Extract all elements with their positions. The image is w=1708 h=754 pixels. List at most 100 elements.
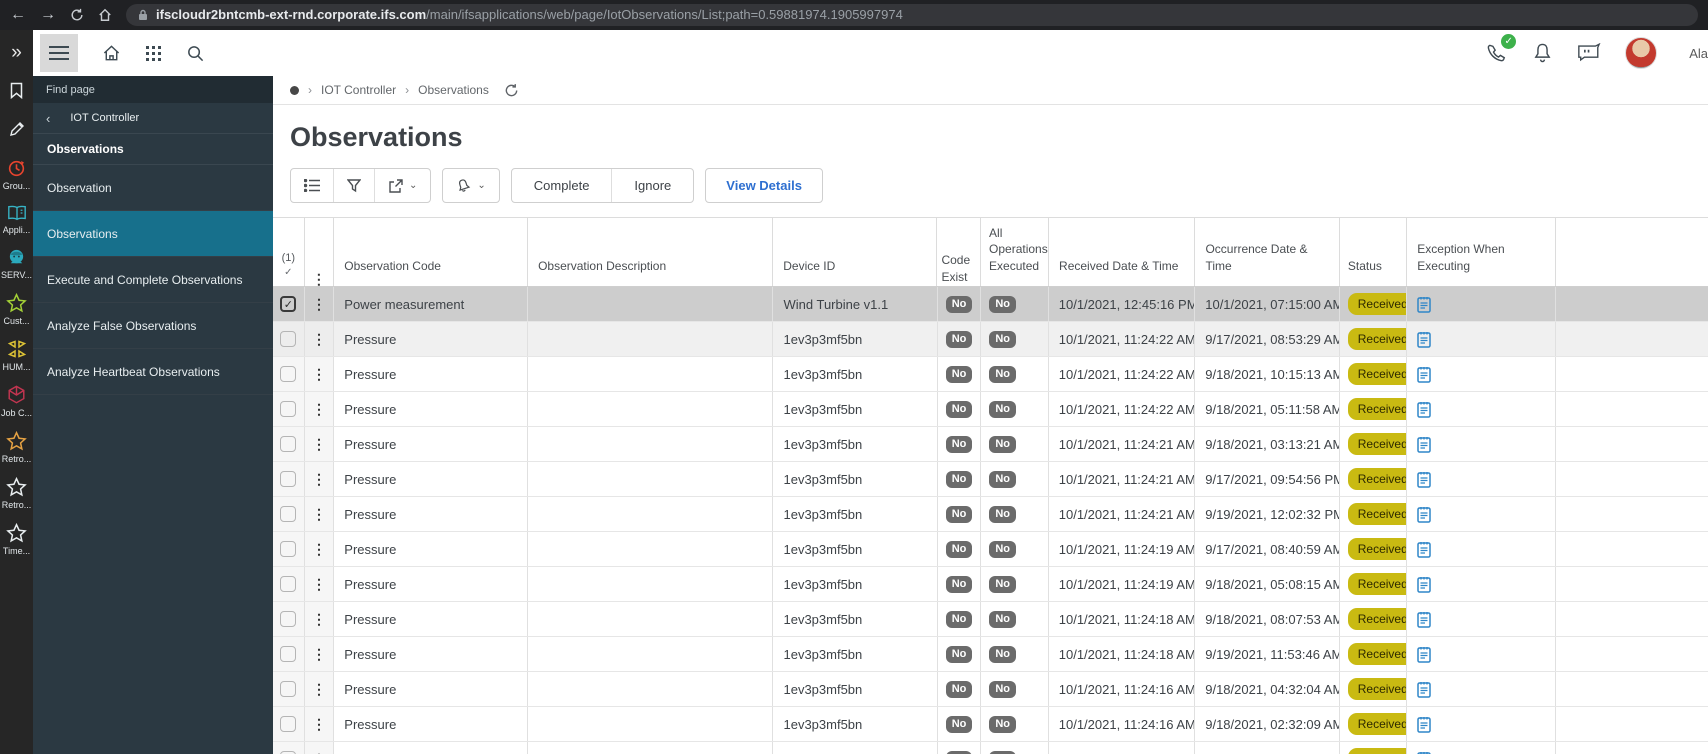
sidebar-item-analyze-heartbeat-observations[interactable]: Analyze Heartbeat Observations — [33, 349, 273, 395]
bookmark-icon[interactable] — [9, 82, 24, 99]
exception-note-icon[interactable] — [1417, 576, 1431, 593]
menu-icon[interactable] — [40, 34, 78, 72]
kebab-icon[interactable]: ⋮ — [312, 577, 326, 591]
table-row[interactable]: ⋮ Pressure 1ev3p3mf5bn No No 10/1/2021, 11:24… — [273, 427, 1708, 462]
row-checkbox[interactable] — [280, 611, 297, 627]
sidebar-item-observation[interactable]: Observation — [33, 165, 273, 211]
rail-item-retro-1[interactable]: Retro... — [0, 431, 33, 464]
row-checkbox[interactable] — [280, 471, 297, 487]
exception-note-icon[interactable] — [1417, 506, 1431, 523]
exception-note-icon[interactable] — [1417, 296, 1431, 313]
rail-item-application[interactable]: Appli... — [0, 204, 33, 235]
complete-button[interactable]: Complete — [512, 169, 612, 202]
table-row[interactable]: ⋮ Pressure 1ev3p3mf5bn No No 10/1/2021, 11:24… — [273, 672, 1708, 707]
sidebar-item-analyze-false-observations[interactable]: Analyze False Observations — [33, 303, 273, 349]
row-checkbox[interactable] — [280, 576, 297, 592]
rail-item-retro-2[interactable]: Retro... — [0, 477, 33, 510]
row-checkbox[interactable] — [280, 401, 297, 417]
kebab-icon[interactable]: ⋮ — [312, 612, 326, 626]
phone-support-icon[interactable]: ✓ — [1485, 33, 1517, 65]
row-checkbox[interactable] — [280, 681, 297, 697]
table-row[interactable]: ⋮Pressure 1ev3p3mf5bn No No Received — [273, 742, 1708, 754]
row-checkbox[interactable]: ✓ — [280, 296, 297, 312]
exception-note-icon[interactable] — [1417, 436, 1431, 453]
exception-note-icon[interactable] — [1417, 681, 1431, 698]
sidebar-back-group[interactable]: ‹ IOT Controller — [33, 103, 273, 134]
kebab-icon[interactable]: ⋮ — [312, 647, 326, 661]
rail-item-human-resources[interactable]: HUM... — [0, 339, 33, 372]
table-row[interactable]: ✓ ⋮ Power measurement Wind Turbine v1.1 No No… — [273, 287, 1708, 322]
exception-note-icon[interactable] — [1417, 611, 1431, 628]
exception-note-icon[interactable] — [1417, 646, 1431, 663]
kebab-icon[interactable]: ⋮ — [312, 507, 326, 521]
row-checkbox[interactable] — [280, 506, 297, 522]
rail-item-time[interactable]: Time... — [0, 523, 33, 556]
browser-reload-icon[interactable] — [70, 8, 84, 22]
exception-note-icon[interactable] — [1417, 751, 1431, 754]
kebab-icon[interactable]: ⋮ — [312, 297, 326, 311]
sidebar-item-execute-complete-observations[interactable]: Execute and Complete Observations — [33, 257, 273, 303]
home-icon[interactable] — [102, 44, 121, 63]
table-row[interactable]: ⋮ Pressure 1ev3p3mf5bn No No 10/1/2021, 11:24… — [273, 357, 1708, 392]
kebab-icon[interactable]: ⋮ — [312, 717, 326, 731]
sidebar-item-observations[interactable]: Observations — [33, 211, 273, 257]
search-icon[interactable] — [186, 44, 205, 63]
table-row[interactable]: ⋮ Pressure 1ev3p3mf5bn No No 10/1/2021, 11:24… — [273, 392, 1708, 427]
rail-item-customer[interactable]: Cust... — [0, 293, 33, 326]
browser-back-icon[interactable]: ← — [10, 7, 26, 23]
share-export-icon[interactable]: ⌄ — [374, 169, 430, 202]
row-checkbox[interactable] — [280, 541, 297, 557]
row-checkbox[interactable] — [280, 366, 297, 382]
pencil-icon[interactable] — [9, 121, 25, 137]
find-page-input[interactable]: Find page — [33, 76, 273, 103]
kebab-icon[interactable]: ⋮ — [312, 472, 326, 486]
exception-note-icon[interactable] — [1417, 366, 1431, 383]
kebab-icon[interactable]: ⋮ — [312, 332, 326, 346]
browser-forward-icon[interactable]: → — [40, 7, 56, 23]
table-row[interactable]: ⋮ Pressure 1ev3p3mf5bn No No 10/1/2021, 11:24… — [273, 637, 1708, 672]
subscribe-icon[interactable]: ⌄ — [443, 169, 498, 202]
rail-expand-icon[interactable]: » — [11, 42, 22, 64]
browser-home-icon[interactable] — [98, 8, 112, 22]
notifications-bell-icon[interactable] — [1532, 42, 1553, 64]
row-checkbox[interactable] — [280, 646, 297, 662]
rail-item-service[interactable]: SERV... — [0, 248, 33, 280]
column-header-all-operations-executed[interactable]: All Operations Executed — [981, 218, 1050, 286]
table-row[interactable]: ⋮ Pressure 1ev3p3mf5bn No No 10/1/2021, 11:24… — [273, 602, 1708, 637]
column-header-observation-description[interactable]: Observation Description — [528, 218, 774, 286]
table-row[interactable]: ⋮ Pressure 1ev3p3mf5bn No No 10/1/2021, 11:24… — [273, 532, 1708, 567]
table-row[interactable]: ⋮ Pressure 1ev3p3mf5bn No No 10/1/2021, 11:24… — [273, 567, 1708, 602]
column-header-observation-code[interactable]: Observation Code — [334, 218, 529, 286]
exception-note-icon[interactable] — [1417, 471, 1431, 488]
row-checkbox[interactable] — [280, 436, 297, 452]
row-checkbox[interactable] — [280, 716, 297, 732]
kebab-icon[interactable]: ⋮ — [312, 402, 326, 416]
list-view-icon[interactable] — [291, 169, 333, 202]
column-header-occurrence-date-time[interactable]: Occurrence Date & Time — [1195, 218, 1340, 286]
kebab-icon[interactable]: ⋮ — [312, 272, 326, 286]
column-header-received-date-time[interactable]: Received Date & Time — [1049, 218, 1196, 286]
table-row[interactable]: ⋮ Pressure 1ev3p3mf5bn No No 10/1/2021, 11:24… — [273, 707, 1708, 742]
kebab-icon[interactable]: ⋮ — [312, 367, 326, 381]
user-avatar[interactable] — [1625, 37, 1658, 69]
exception-note-icon[interactable] — [1417, 541, 1431, 558]
app-grid-icon[interactable] — [145, 45, 162, 62]
address-bar[interactable]: ifscloudr2bntcmb-ext-rnd.corporate.ifs.c… — [126, 4, 1698, 26]
kebab-icon[interactable]: ⋮ — [312, 682, 326, 696]
rail-item-groups[interactable]: Grou... — [0, 159, 33, 191]
breadcrumb-observations[interactable]: Observations — [418, 83, 489, 97]
row-checkbox[interactable] — [280, 331, 297, 347]
ignore-button[interactable]: Ignore — [611, 169, 693, 202]
view-details-button[interactable]: View Details — [706, 169, 822, 202]
table-row[interactable]: ⋮ Pressure 1ev3p3mf5bn No No 10/1/2021, 11:24… — [273, 322, 1708, 357]
exception-note-icon[interactable] — [1417, 331, 1431, 348]
table-row[interactable]: ⋮ Pressure 1ev3p3mf5bn No No 10/1/2021, 11:24… — [273, 497, 1708, 532]
breadcrumb-iot-controller[interactable]: IOT Controller — [321, 83, 396, 97]
filter-icon[interactable] — [333, 169, 374, 202]
exception-note-icon[interactable] — [1417, 716, 1431, 733]
column-header-code-exist[interactable]: Code Exist — [937, 218, 982, 286]
rail-item-job-control[interactable]: Job C... — [0, 385, 33, 418]
feedback-chat-icon[interactable] — [1577, 43, 1601, 63]
table-row[interactable]: ⋮ Pressure 1ev3p3mf5bn No No 10/1/2021, 11:24… — [273, 462, 1708, 497]
select-all-header[interactable]: (1) ✓ — [273, 218, 305, 286]
